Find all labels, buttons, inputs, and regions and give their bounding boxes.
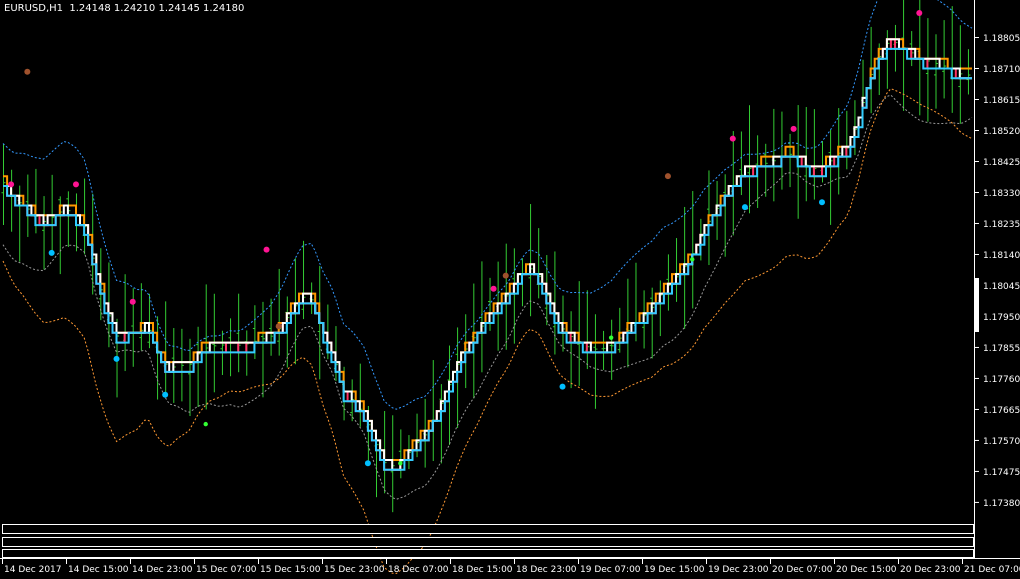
time-tick-label: 20 Dec 23:00 <box>900 565 961 575</box>
pink-signal-dot <box>790 125 797 132</box>
price-tick-label: 1.17855 <box>983 344 1020 354</box>
time-tick-label: 20 Dec 07:00 <box>772 565 833 575</box>
brown-signal-dot <box>275 323 282 330</box>
price-tick-label: 1.17475 <box>983 468 1020 478</box>
time-tick-label: 15 Dec 23:00 <box>324 565 385 575</box>
brown-signal-dot <box>664 173 671 180</box>
indicator-subwindow-3[interactable] <box>2 549 974 558</box>
pink-signal-dot <box>72 181 79 188</box>
time-tick-label: 14 Dec 15:00 <box>68 565 129 575</box>
price-tick-label: 1.17570 <box>983 437 1020 447</box>
green-signal-dot <box>690 257 695 262</box>
price-tick-label: 1.17380 <box>983 499 1020 509</box>
pink-signal-dot <box>263 246 270 253</box>
price-tick-label: 1.18805 <box>983 34 1020 44</box>
pink-signal-dot <box>729 135 736 142</box>
green-signal-dot <box>608 335 614 340</box>
price-tick-label: 1.18710 <box>983 65 1020 75</box>
time-tick-label: 19 Dec 23:00 <box>708 565 769 575</box>
pink-signal-dot <box>8 181 15 188</box>
time-tick-label: 20 Dec 15:00 <box>836 565 897 575</box>
ohlc-close: 1.24180 <box>203 3 245 14</box>
blue-signal-dot <box>818 199 825 206</box>
indicator-subwindow-2[interactable] <box>2 537 974 547</box>
pink-signal-dot <box>490 285 497 292</box>
ohlc-open: 1.24148 <box>69 3 111 14</box>
blue-signal-dot <box>113 355 120 362</box>
ohlc-high: 1.24210 <box>113 3 156 14</box>
price-tick-label: 1.18615 <box>983 96 1020 106</box>
time-tick-label: 18 Dec 07:00 <box>388 565 449 575</box>
brown-signal-dot <box>24 68 31 75</box>
time-tick-label: 19 Dec 15:00 <box>644 565 705 575</box>
price-chart[interactable]: 1.18805 1.18710 1.18615 1.18520 1.18425 1.183… <box>0 0 1020 579</box>
blue-signal-dot <box>162 391 169 398</box>
time-tick-label: 21 Dec 07:00 <box>964 565 1020 575</box>
price-scale-handle[interactable] <box>975 278 979 332</box>
green-signal-dot <box>398 461 403 466</box>
time-tick-label: 14 Dec 23:00 <box>132 565 193 575</box>
price-tick-label: 1.17760 <box>983 375 1020 385</box>
chart-title: EURUSD,H1 1.24148 1.24210 1.24145 1.2418… <box>4 3 244 14</box>
time-tick-label: 15 Dec 07:00 <box>196 565 257 575</box>
price-tick-label: 1.18045 <box>983 282 1020 292</box>
time-tick-label: 15 Dec 15:00 <box>260 565 321 575</box>
time-tick-label: 18 Dec 15:00 <box>452 565 513 575</box>
ohlc-low: 1.24145 <box>158 3 200 14</box>
price-tick-label: 1.17665 <box>983 406 1020 416</box>
pink-signal-dot <box>129 298 136 305</box>
price-tick-label: 1.18140 <box>983 251 1020 261</box>
blue-signal-dot <box>364 460 371 467</box>
price-tick-label: 1.18235 <box>983 220 1020 230</box>
brown-signal-dot <box>502 272 509 279</box>
indicator-subwindow-1[interactable] <box>2 524 974 534</box>
blue-signal-dot <box>741 204 748 211</box>
symbol-label: EURUSD,H1 <box>4 3 64 14</box>
price-tick-label: 1.18425 <box>983 158 1020 168</box>
price-tick-label: 1.17950 <box>983 313 1020 323</box>
blue-signal-dot <box>48 249 55 256</box>
blue-signal-dot <box>559 383 566 390</box>
price-tick-label: 1.18520 <box>983 127 1020 137</box>
time-tick-label: 18 Dec 23:00 <box>516 565 577 575</box>
time-tick-label: 19 Dec 07:00 <box>580 565 641 575</box>
chart-window[interactable]: 1.18805 1.18710 1.18615 1.18520 1.18425 1.183… <box>0 0 1020 579</box>
green-signal-dot <box>203 421 208 427</box>
price-tick-label: 1.18330 <box>983 189 1020 199</box>
time-tick-label: 14 Dec 2017 <box>4 565 62 575</box>
pink-signal-dot <box>916 10 923 17</box>
